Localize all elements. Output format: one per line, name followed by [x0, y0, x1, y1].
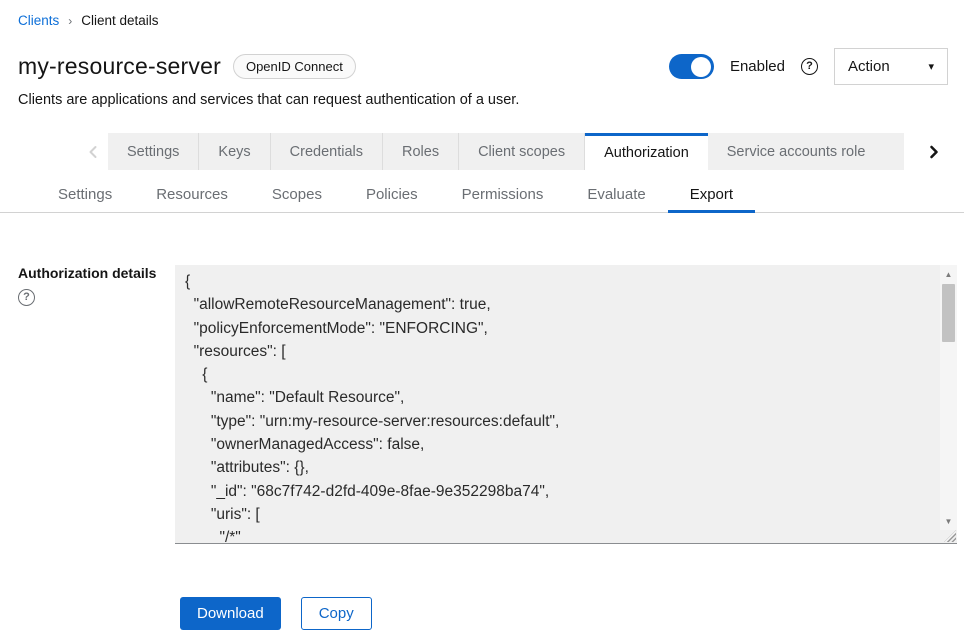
action-dropdown-label: Action — [848, 58, 890, 75]
enabled-toggle[interactable] — [669, 54, 714, 79]
caret-down-icon: ▾ — [928, 60, 934, 73]
help-icon[interactable]: ? — [18, 289, 35, 306]
subtab-resources[interactable]: Resources — [134, 178, 250, 213]
page-title: my-resource-server — [18, 53, 221, 80]
download-button[interactable]: Download — [180, 597, 281, 630]
authorization-details-textarea[interactable]: { "allowRemoteResourceManagement": true,… — [175, 265, 957, 544]
scroll-up-icon[interactable]: ▲ — [940, 267, 957, 281]
page-description: Clients are applications and services th… — [0, 92, 964, 108]
chevron-right-icon — [928, 145, 940, 159]
breadcrumb: Clients › Client details — [0, 0, 964, 28]
scrollbar-thumb[interactable] — [942, 284, 955, 342]
subtab-permissions[interactable]: Permissions — [440, 178, 566, 213]
tab-client-scopes[interactable]: Client scopes — [459, 133, 585, 170]
tab-settings[interactable]: Settings — [108, 133, 199, 170]
copy-button[interactable]: Copy — [301, 597, 372, 630]
subtab-export[interactable]: Export — [668, 178, 755, 213]
action-dropdown[interactable]: Action ▾ — [834, 48, 948, 85]
authorization-subtabs: Settings Resources Scopes Policies Permi… — [0, 178, 964, 213]
authorization-details-label: Authorization details — [18, 265, 175, 281]
footer-actions: Download Copy — [180, 597, 372, 630]
subtab-settings[interactable]: Settings — [36, 178, 134, 213]
page-header: my-resource-server OpenID Connect Enable… — [0, 48, 964, 85]
client-tabs: Settings Keys Credentials Roles Client s… — [0, 133, 964, 170]
subtab-scopes[interactable]: Scopes — [250, 178, 344, 213]
breadcrumb-current: Client details — [81, 13, 158, 28]
tab-keys[interactable]: Keys — [199, 133, 270, 170]
vertical-scrollbar[interactable]: ▲ ▼ — [940, 265, 957, 530]
tab-service-accounts-roles[interactable]: Service accounts role — [708, 133, 904, 170]
tab-authorization[interactable]: Authorization — [585, 133, 708, 170]
protocol-badge: OpenID Connect — [233, 54, 356, 79]
subtab-policies[interactable]: Policies — [344, 178, 440, 213]
scroll-down-icon[interactable]: ▼ — [940, 514, 957, 528]
tabs-scroll-right-button[interactable] — [916, 133, 952, 170]
help-icon[interactable]: ? — [801, 58, 818, 75]
tab-roles[interactable]: Roles — [383, 133, 459, 170]
tab-credentials[interactable]: Credentials — [271, 133, 383, 170]
export-form: Authorization details ? { "allowRemoteRe… — [0, 265, 964, 544]
breadcrumb-separator-icon: › — [68, 14, 72, 28]
tabs-scroll-left-button[interactable] — [78, 133, 108, 170]
toggle-knob — [691, 57, 711, 77]
subtab-evaluate[interactable]: Evaluate — [565, 178, 667, 213]
authorization-details-json: { "allowRemoteResourceManagement": true,… — [175, 265, 957, 544]
chevron-left-icon — [87, 145, 99, 159]
enabled-toggle-label: Enabled — [730, 58, 785, 75]
breadcrumb-link-clients[interactable]: Clients — [18, 13, 59, 28]
